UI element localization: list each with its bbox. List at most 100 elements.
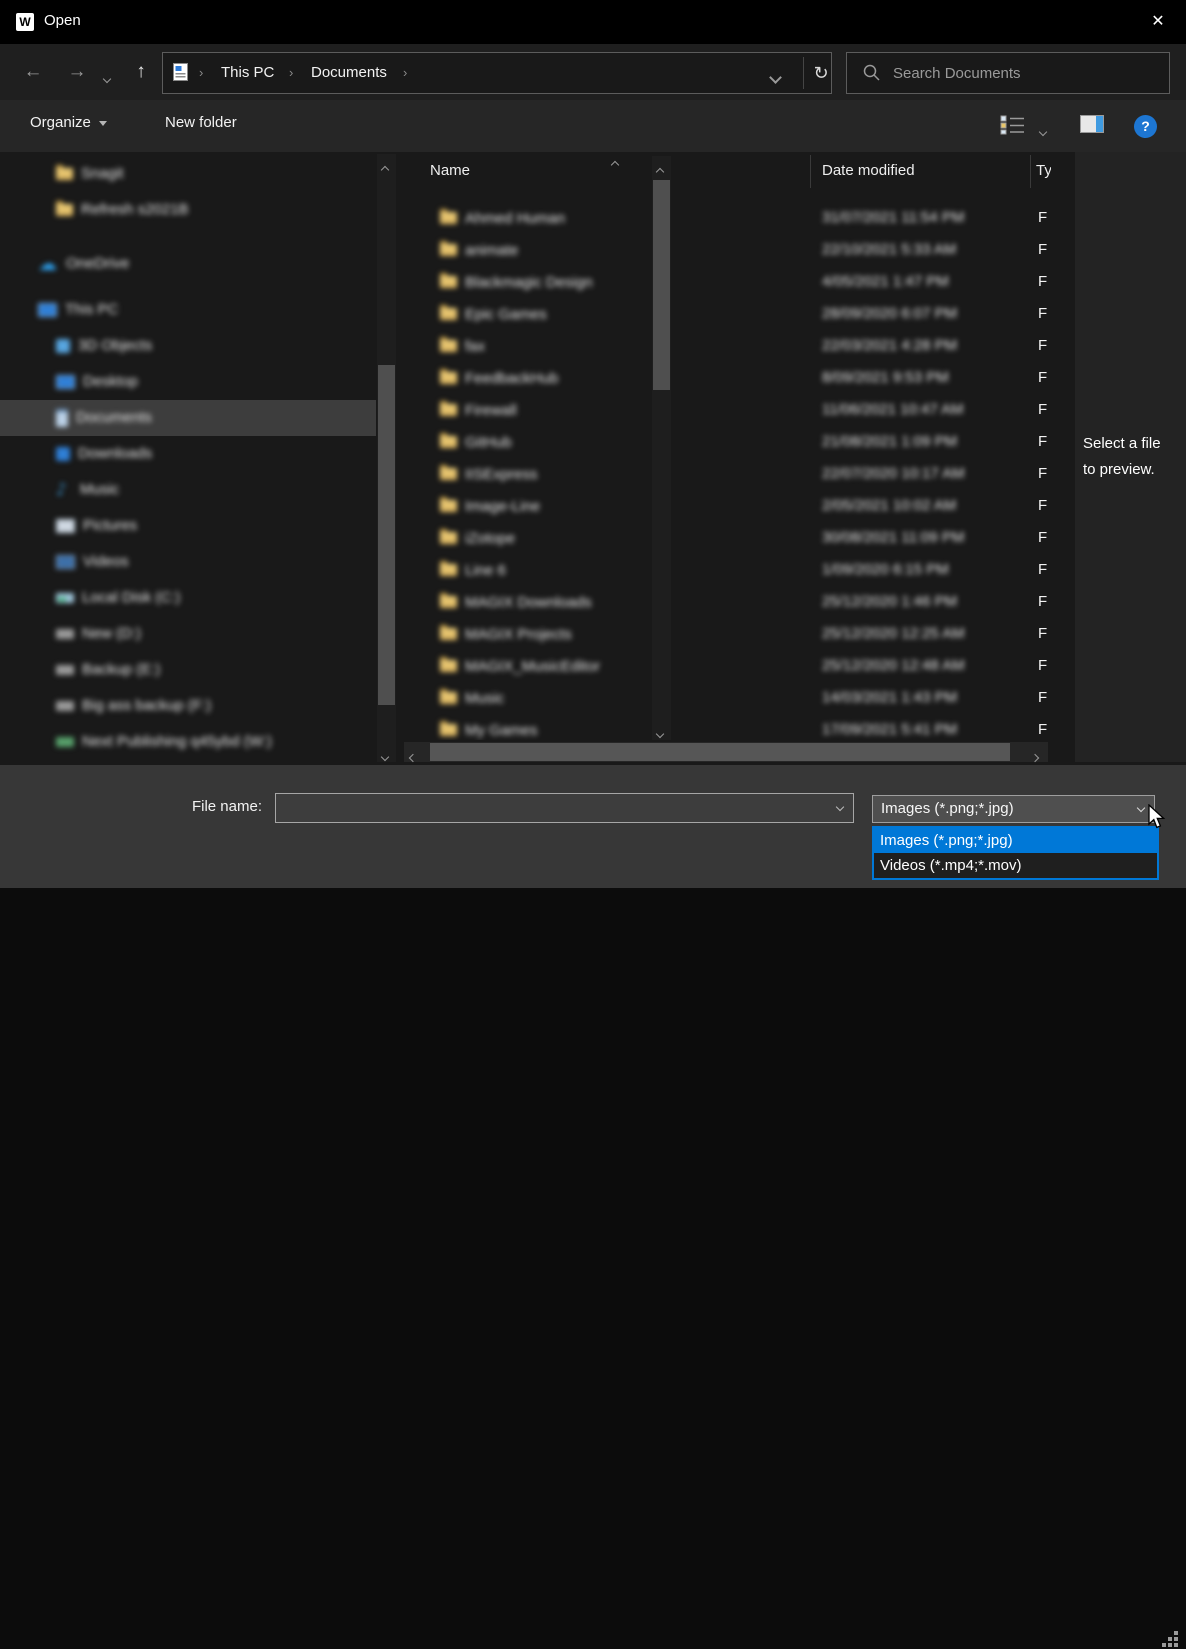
file-row[interactable]: animate 22/10/2021 5:33 AM F — [400, 234, 1052, 266]
sidebar-item[interactable]: Pictures — [0, 508, 376, 544]
date-modified-cell: 8/09/2021 9:53 PM — [822, 362, 949, 394]
file-row[interactable]: fax 22/03/2021 4:28 PM F — [400, 330, 1052, 362]
file-name-input[interactable] — [282, 796, 826, 820]
scroll-right-icon[interactable] — [1032, 748, 1038, 765]
type-cell: F — [1038, 522, 1047, 554]
folder-icon — [440, 340, 457, 352]
address-dropdown-button[interactable] — [771, 69, 780, 87]
type-cell: F — [1038, 586, 1047, 618]
sidebar-item[interactable]: 3D Objects — [0, 328, 376, 364]
recent-locations-button[interactable] — [104, 69, 110, 87]
chevron-down-icon[interactable] — [836, 803, 844, 811]
file-name-combobox[interactable] — [275, 793, 854, 823]
help-button[interactable]: ? — [1134, 115, 1157, 138]
address-bar[interactable]: › This PC › Documents › ↻ — [162, 52, 832, 94]
folder-icon — [56, 204, 73, 216]
sidebar-scrollbar[interactable] — [377, 154, 396, 762]
date-modified-cell: 21/08/2021 1:09 PM — [822, 426, 957, 458]
quick-access-group: Snagit Refresh s2021B — [0, 156, 376, 228]
scroll-down-icon[interactable] — [382, 747, 388, 765]
file-row[interactable]: Ahmed Human 31/07/2021 11:54 PM F — [400, 202, 1052, 234]
folder-icon — [440, 724, 457, 736]
footer-bar: File name: Images (*.png;*.jpg) Images (… — [0, 765, 1186, 888]
window-title: Open — [44, 12, 81, 29]
file-list-vertical-scrollbar[interactable] — [652, 156, 671, 740]
redacted-content: Blackmagic Design — [440, 266, 593, 298]
breadcrumb-documents[interactable]: Documents — [311, 62, 387, 84]
sidebar-item[interactable]: Documents — [0, 400, 376, 436]
refresh-button[interactable]: ↻ — [811, 58, 831, 88]
organize-button[interactable]: Organize — [30, 114, 107, 131]
up-button[interactable]: ↑ — [128, 58, 154, 86]
file-type-option[interactable]: Videos (*.mp4;*.mov) — [874, 853, 1157, 878]
sidebar-item[interactable]: This PC — [0, 292, 376, 328]
file-row[interactable]: Firewall 11/06/2021 10:47 AM F — [400, 394, 1052, 426]
file-type-dropdown[interactable]: Images (*.png;*.jpg) — [872, 795, 1155, 823]
scroll-left-icon[interactable] — [410, 748, 416, 765]
horizontal-scrollbar-thumb[interactable] — [430, 743, 1010, 761]
sidebar-item-label: Pictures — [83, 508, 137, 544]
file-row[interactable]: Blackmagic Design 4/05/2021 1:47 PM F — [400, 266, 1052, 298]
search-box[interactable] — [846, 52, 1170, 94]
file-row[interactable]: My Games 17/09/2021 5:41 PM F — [400, 714, 1052, 740]
disk-icon — [56, 665, 74, 675]
search-input[interactable] — [891, 57, 1155, 89]
file-row[interactable]: GitHub 21/08/2021 1:09 PM F — [400, 426, 1052, 458]
file-row[interactable]: iZotope 30/08/2021 11:09 PM F — [400, 522, 1052, 554]
sidebar-scrollbar-thumb[interactable] — [378, 365, 395, 705]
file-name-cell: iZotope — [465, 530, 515, 547]
column-divider[interactable] — [1030, 155, 1031, 188]
file-row[interactable]: Line 6 1/09/2020 6:15 PM F — [400, 554, 1052, 586]
sidebar-item[interactable]: ☁ OneDrive — [0, 246, 376, 282]
file-row[interactable]: MAGIX Downloads 25/12/2020 1:46 PM F — [400, 586, 1052, 618]
date-modified-cell: 4/05/2021 1:47 PM — [822, 266, 949, 298]
sidebar-item[interactable]: Downloads — [0, 436, 376, 472]
type-cell: F — [1038, 234, 1047, 266]
new-folder-button[interactable]: New folder — [165, 114, 237, 131]
file-list-horizontal-scrollbar[interactable] — [404, 742, 1048, 762]
preview-pane-button[interactable] — [1080, 115, 1104, 133]
sidebar-item[interactable]: Backup (E:) — [0, 652, 376, 688]
views-button[interactable] — [1000, 115, 1026, 135]
sidebar-item[interactable]: Big ass backup (F:) — [0, 688, 376, 724]
file-row[interactable]: MAGIX_MusicEditor 25/12/2020 12:48 AM F — [400, 650, 1052, 682]
sidebar-item[interactable]: Local Disk (C:) — [0, 580, 376, 616]
column-header-type[interactable]: Type — [1036, 162, 1051, 179]
date-modified-cell: 22/10/2021 5:33 AM — [822, 234, 956, 266]
sidebar-item[interactable]: Desktop — [0, 364, 376, 400]
sidebar-item-label: Big ass backup (F:) — [82, 688, 211, 724]
date-modified-cell: 22/03/2021 4:28 PM — [822, 330, 957, 362]
forward-button[interactable]: → — [64, 58, 90, 86]
column-header-date-modified[interactable]: Date modified — [822, 162, 915, 179]
resize-grip-icon[interactable] — [1162, 1631, 1180, 1649]
close-button[interactable]: ✕ — [1142, 8, 1174, 36]
back-button[interactable]: ← — [20, 58, 46, 86]
redacted-content: Downloads — [0, 436, 376, 472]
file-row[interactable]: MAGIX Projects 25/12/2020 12:25 AM F — [400, 618, 1052, 650]
file-row[interactable]: FeedbackHub 8/09/2021 9:53 PM F — [400, 362, 1052, 394]
scroll-up-icon[interactable] — [657, 162, 663, 180]
file-row[interactable]: Epic Games 28/09/2020 6:07 PM F — [400, 298, 1052, 330]
sidebar-item[interactable]: ♪ Music — [0, 472, 376, 508]
file-row[interactable]: Image-Line 2/05/2021 10:02 AM F — [400, 490, 1052, 522]
sidebar-item-label: Videos — [83, 544, 129, 580]
redacted-content: Big ass backup (F:) — [0, 688, 376, 724]
file-row[interactable]: IISExpress 22/07/2020 10:17 AM F — [400, 458, 1052, 490]
sidebar-item[interactable]: Snagit — [0, 156, 376, 192]
sidebar-item[interactable]: Next Publishing q45ybd (W:) — [0, 724, 376, 760]
redacted-content: fax — [440, 330, 485, 362]
scroll-down-icon[interactable] — [657, 724, 663, 742]
column-header-name[interactable]: Name — [430, 162, 470, 179]
file-type-option[interactable]: Images (*.png;*.jpg) — [874, 828, 1157, 853]
column-divider[interactable] — [810, 155, 811, 188]
breadcrumb-separator: › — [199, 63, 203, 83]
vertical-scrollbar-thumb[interactable] — [653, 180, 670, 390]
sidebar-item[interactable]: Refresh s2021B — [0, 192, 376, 228]
redacted-content: Firewall — [440, 394, 517, 426]
scroll-up-icon[interactable] — [382, 160, 388, 178]
sidebar-item[interactable]: Videos — [0, 544, 376, 580]
breadcrumb-this-pc[interactable]: This PC — [221, 62, 274, 84]
sidebar-item[interactable]: New (D:) — [0, 616, 376, 652]
file-row[interactable]: Music 14/03/2021 1:43 PM F — [400, 682, 1052, 714]
views-dropdown-button[interactable] — [1040, 122, 1046, 140]
